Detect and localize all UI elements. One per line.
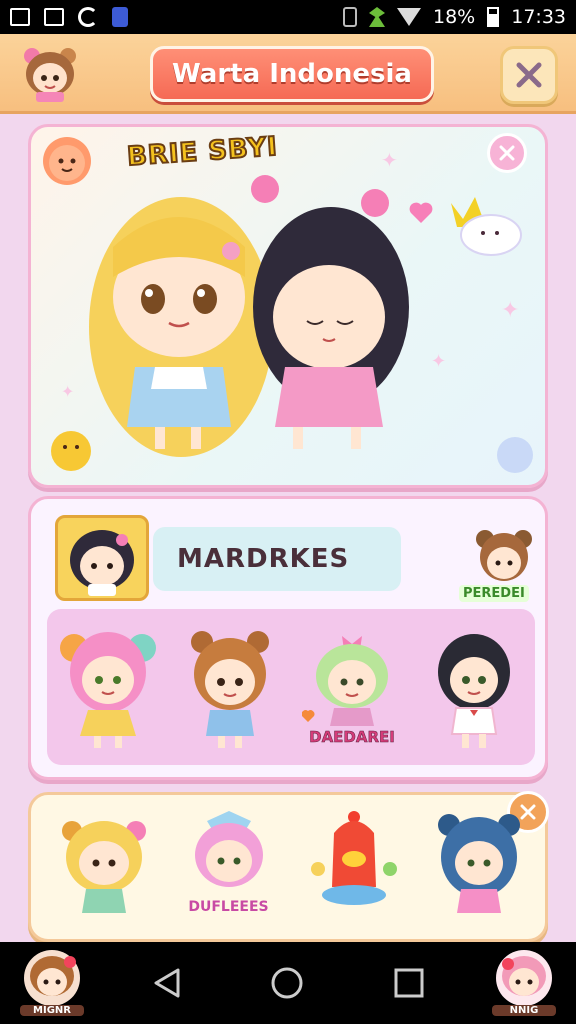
svg-text:✦: ✦ bbox=[381, 148, 398, 172]
system-nav-bar: MIGNR NNIG bbox=[0, 942, 576, 1024]
left-avatar-caption: MIGNR bbox=[20, 1005, 84, 1016]
bottom-character-list: DUFLEEES bbox=[41, 809, 541, 933]
svg-text:✦: ✦ bbox=[431, 351, 446, 372]
vibrate-icon bbox=[343, 7, 357, 27]
battery-percent: 18% bbox=[433, 6, 476, 28]
character-panel: MARDRKES PEREDEI DAEDAREI bbox=[28, 496, 548, 780]
home-button[interactable] bbox=[270, 966, 304, 1000]
selected-character-thumb[interactable] bbox=[55, 515, 149, 601]
character-card-green[interactable]: DAEDAREI bbox=[301, 622, 402, 752]
back-icon bbox=[154, 968, 180, 998]
panel-header: MARDRKES PEREDEI bbox=[49, 511, 533, 602]
bottom-character-pink[interactable]: DUFLEEES bbox=[179, 803, 279, 933]
app-header: Warta Indonesia bbox=[0, 34, 576, 114]
back-button[interactable] bbox=[150, 966, 184, 1000]
character-card-brown[interactable] bbox=[180, 622, 280, 752]
close-icon bbox=[516, 62, 542, 88]
status-bar: 18% 17:33 bbox=[0, 0, 576, 34]
side-character-label: PEREDEI bbox=[459, 585, 529, 602]
data-icon bbox=[369, 7, 385, 27]
hero-illustration: ✦ ✦ ✦ ✦ bbox=[43, 137, 533, 473]
blonde-girl bbox=[89, 197, 273, 457]
clock: 17:33 bbox=[511, 6, 566, 28]
right-avatar-shortcut[interactable]: NNIG bbox=[492, 948, 556, 1016]
bottom-character-blonde[interactable] bbox=[54, 803, 154, 933]
character-label: DAEDAREI bbox=[309, 728, 395, 747]
left-avatar-shortcut[interactable]: MIGNR bbox=[20, 948, 84, 1016]
right-avatar-caption: NNIG bbox=[492, 1005, 556, 1016]
recents-icon bbox=[394, 968, 424, 998]
battery-icon bbox=[487, 7, 500, 27]
app-notification-icon bbox=[112, 7, 128, 27]
photo-icon bbox=[44, 8, 64, 26]
sync-icon bbox=[78, 7, 98, 27]
wifi-icon bbox=[397, 8, 421, 26]
bottom-character-blue[interactable] bbox=[429, 803, 529, 933]
home-icon bbox=[271, 967, 303, 999]
dark-hair-girl bbox=[251, 175, 409, 449]
bottom-character-row: DUFLEEES bbox=[28, 791, 549, 942]
panel-title-bar[interactable]: MARDRKES bbox=[153, 527, 401, 591]
svg-text:✦: ✦ bbox=[501, 298, 519, 323]
character-grid: DAEDAREI bbox=[47, 609, 535, 765]
character-label: DUFLEEES bbox=[188, 899, 269, 915]
svg-text:✦: ✦ bbox=[61, 382, 74, 401]
page-title: Warta Indonesia bbox=[150, 46, 434, 102]
character-card-pink[interactable] bbox=[58, 622, 158, 752]
bottom-character-red-robot[interactable] bbox=[304, 803, 404, 933]
sun-sticker bbox=[43, 137, 91, 185]
recents-button[interactable] bbox=[392, 966, 426, 1000]
profile-avatar[interactable] bbox=[18, 42, 82, 106]
gallery-icon bbox=[10, 8, 30, 26]
close-button[interactable] bbox=[500, 46, 558, 104]
hero-banner[interactable]: BRIE SBYI ✦ ✦ ✦ ✦ bbox=[28, 124, 548, 488]
character-card-black[interactable] bbox=[424, 622, 524, 752]
